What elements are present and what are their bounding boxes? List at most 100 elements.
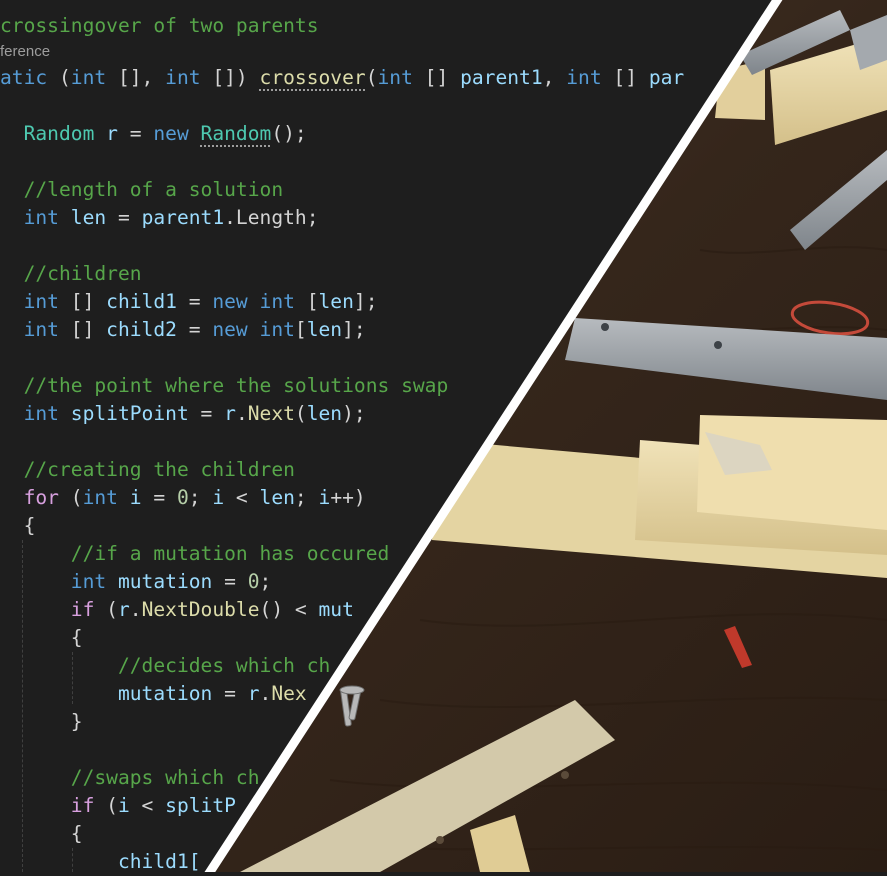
code-token [118, 486, 130, 509]
code-token [59, 206, 71, 229]
code-token: () < [260, 598, 319, 621]
code-token: = [142, 486, 177, 509]
code-token [248, 318, 260, 341]
code-token: [] [602, 66, 649, 89]
code-token: len [71, 206, 106, 229]
code-token: . [130, 598, 142, 621]
code-token: splitPoint [71, 402, 189, 425]
code-token [0, 318, 24, 341]
code-token [0, 178, 24, 201]
code-token: atic [0, 66, 47, 89]
code-token: [] [59, 290, 106, 313]
code-token: int [24, 206, 59, 229]
code-token: 0 [248, 570, 260, 593]
code-token: ( [295, 402, 307, 425]
code-token: r [224, 402, 236, 425]
code-token: crossover [260, 66, 366, 89]
code-token: ); [342, 402, 366, 425]
code-token: r [118, 598, 130, 621]
code-token: child2 [106, 318, 177, 341]
code-token [0, 542, 71, 565]
code-token: ; [295, 486, 319, 509]
code-token: ( [59, 486, 83, 509]
code-token: ( [366, 66, 378, 89]
code-token [106, 570, 118, 593]
code-token: new [153, 122, 188, 145]
hole [436, 836, 444, 844]
code-line: if (r.NextDouble() < mut [0, 596, 354, 624]
codelens-text[interactable]: ference [0, 43, 50, 60]
code-line: atic (int [], int []) crossover(int [] p… [0, 64, 684, 92]
code-token: new [212, 318, 247, 341]
code-token [0, 822, 71, 845]
code-token [0, 794, 71, 817]
code-token: = [177, 318, 212, 341]
code-token: //decides which ch [118, 654, 330, 677]
code-token: ++) [330, 486, 365, 509]
code-token: //children [24, 262, 142, 285]
code-token: r [106, 122, 118, 145]
code-line: { [0, 820, 83, 848]
code-token: = [212, 682, 247, 705]
code-token [0, 626, 71, 649]
code-token: = [177, 290, 212, 313]
code-token: mut [319, 598, 354, 621]
code-token: { [71, 626, 83, 649]
code-line: //children [0, 260, 142, 288]
code-line: //length of a solution [0, 176, 283, 204]
code-token: Nex [271, 682, 306, 705]
code-token: . [236, 402, 248, 425]
code-token: = [118, 122, 153, 145]
code-token: int [260, 318, 295, 341]
code-token [0, 402, 24, 425]
code-line: } [0, 708, 83, 736]
code-line: crossingover of two parents [0, 12, 319, 40]
code-token: i [319, 486, 331, 509]
code-token: ]; [342, 318, 366, 341]
code-token: ( [47, 66, 71, 89]
code-token [0, 458, 24, 481]
code-token: int [71, 570, 106, 593]
code-line: int mutation = 0; [0, 568, 271, 596]
code-token: [], [106, 66, 165, 89]
code-token: (); [271, 122, 306, 145]
code-token [59, 402, 71, 425]
code-line: for (int i = 0; i < len; i++) [0, 484, 366, 512]
code-token: [] [413, 66, 460, 89]
code-token: child1[ [118, 850, 201, 873]
code-token: mutation [118, 682, 212, 705]
code-token [0, 514, 24, 537]
code-token: i [118, 794, 130, 817]
code-token: i [130, 486, 142, 509]
code-token: //if a mutation has occured [71, 542, 390, 565]
code-token: i [212, 486, 224, 509]
code-token [0, 598, 71, 621]
code-token: //the point where the solutions swap [24, 374, 449, 397]
code-token [0, 374, 24, 397]
code-token: if [71, 794, 95, 817]
code-token [0, 654, 118, 677]
code-token: //creating the children [24, 458, 295, 481]
code-token: { [24, 514, 36, 537]
hole [601, 323, 609, 331]
code-token: = [189, 402, 224, 425]
code-token: //length of a solution [24, 178, 284, 201]
code-token [0, 766, 71, 789]
code-token: int [71, 66, 106, 89]
code-token: ( [94, 598, 118, 621]
code-token [0, 850, 118, 873]
code-token [0, 710, 71, 733]
code-token: 0 [177, 486, 189, 509]
code-token [248, 290, 260, 313]
code-token: len [307, 402, 342, 425]
code-token: len [260, 486, 295, 509]
code-token: = [212, 570, 247, 593]
code-token [0, 570, 71, 593]
code-token: Random [24, 122, 95, 145]
code-token [0, 290, 24, 313]
code-token: []) [201, 66, 260, 89]
code-token: [ [295, 290, 319, 313]
code-token: len [319, 290, 354, 313]
code-token: . [260, 682, 272, 705]
codelens-reference[interactable]: ference [0, 43, 50, 61]
